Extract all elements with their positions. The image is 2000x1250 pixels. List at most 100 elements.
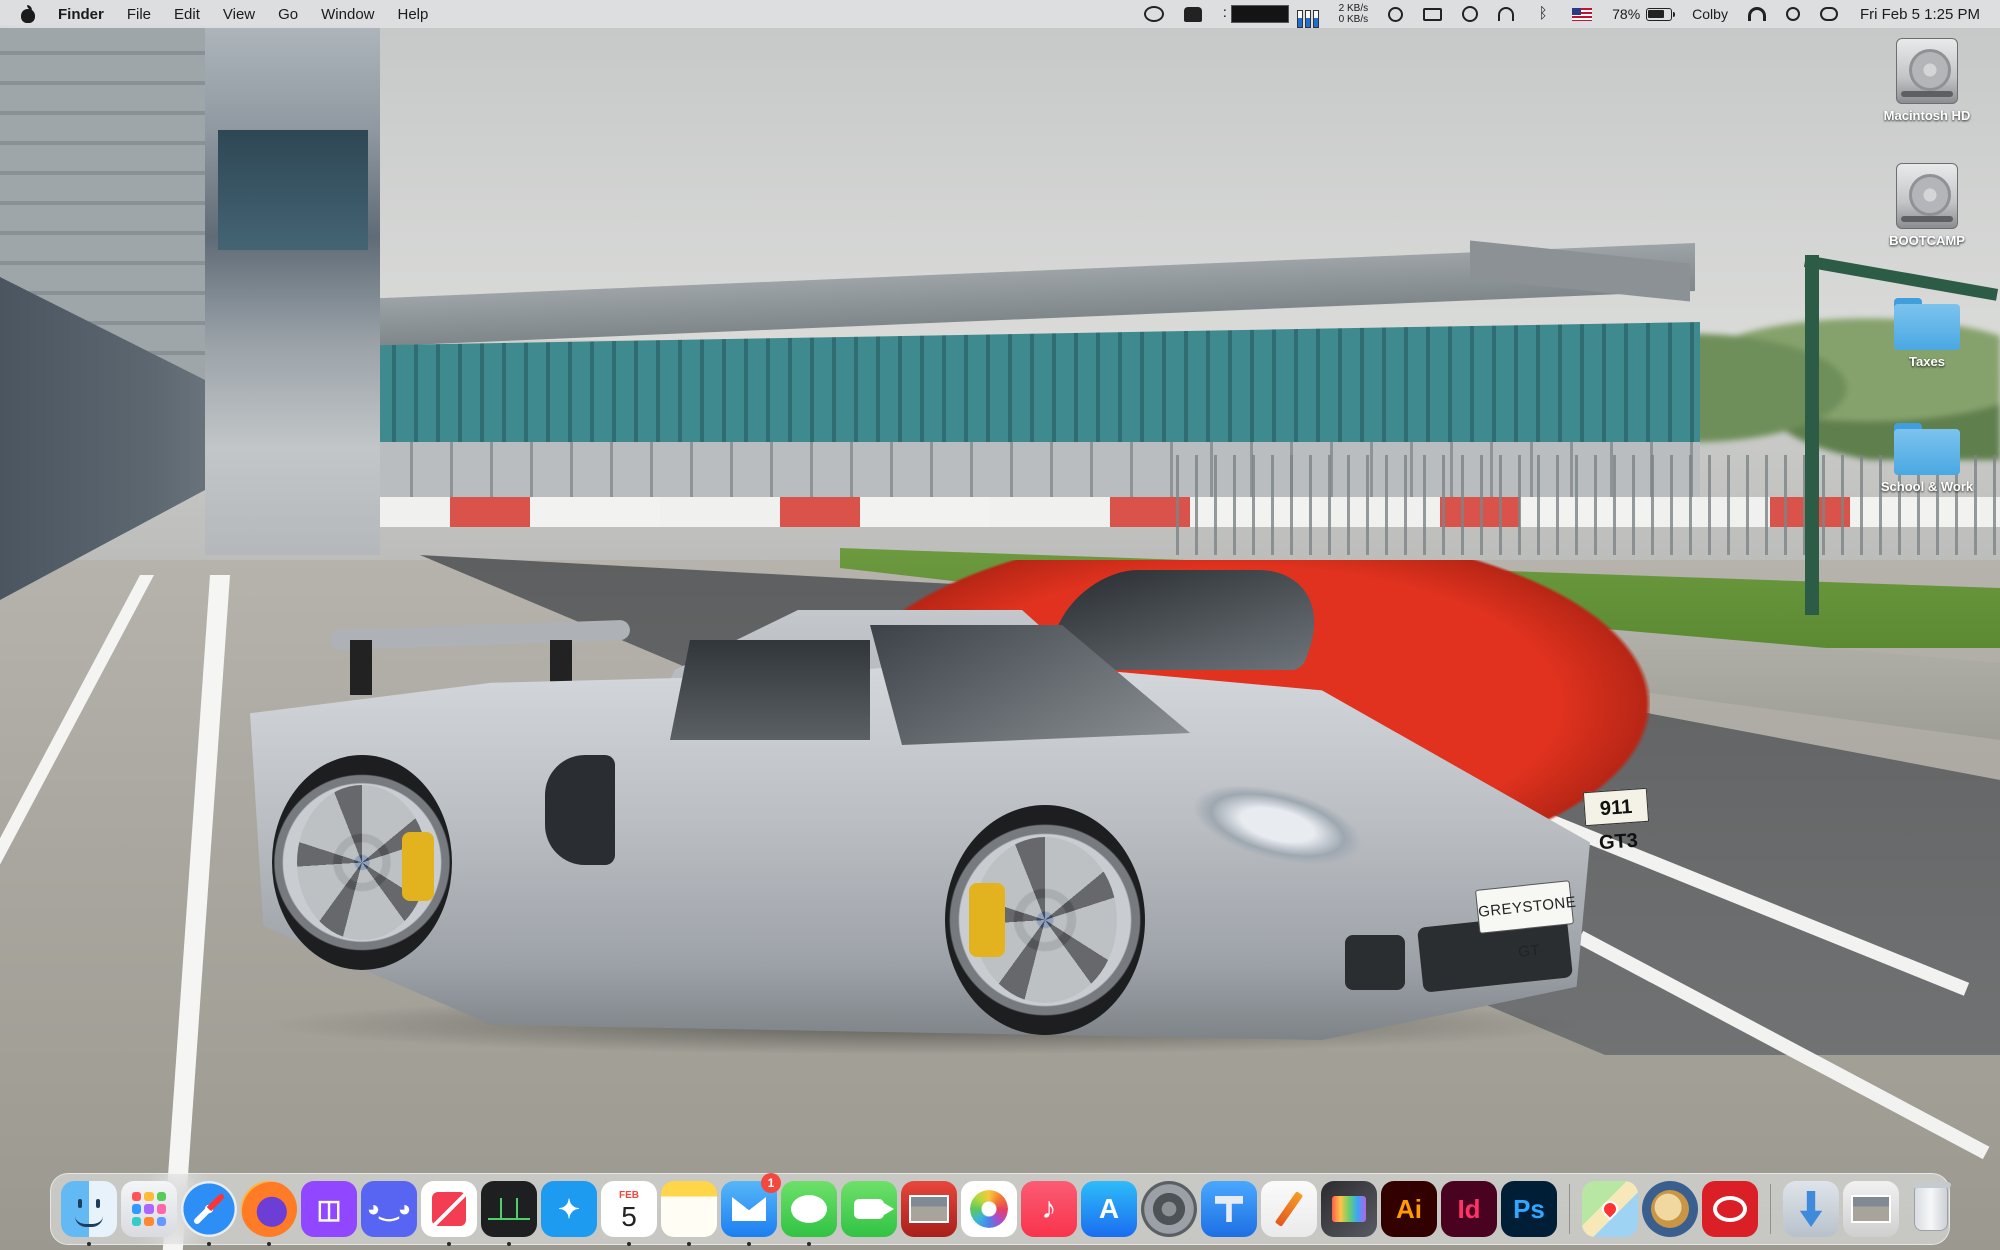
us-flag-icon	[1572, 7, 1593, 21]
dock-item-final-cut-pro[interactable]	[1319, 1181, 1379, 1237]
dock-item-photoshop[interactable]: Ps	[1499, 1181, 1559, 1237]
user-name: Colby	[1692, 6, 1728, 22]
spotlight-tray[interactable]	[1785, 0, 1800, 28]
dock-item-finder[interactable]	[59, 1181, 119, 1246]
creative-cloud-icon	[1143, 6, 1164, 22]
apple-menu-icon[interactable]	[20, 5, 36, 23]
dock-item-app-store[interactable]: A	[1079, 1181, 1139, 1237]
screenshots-stack-icon	[1843, 1181, 1899, 1237]
menu-go[interactable]: Go	[278, 6, 298, 23]
dock-item-maps[interactable]	[1580, 1181, 1640, 1237]
memory-bar	[1312, 10, 1319, 28]
dock-item-firefox[interactable]	[239, 1181, 299, 1246]
network-down-rate: 0 KB/s	[1338, 14, 1369, 25]
menu-edit[interactable]: Edit	[174, 6, 200, 23]
silver-car-plate: GREYSTONE GT	[1474, 880, 1577, 961]
dock-item-trash[interactable]	[1901, 1181, 1961, 1237]
menu-window[interactable]: Window	[321, 6, 374, 23]
menu-file[interactable]: File	[127, 6, 151, 23]
news-icon	[421, 1181, 477, 1237]
dock-item-activity-monitor[interactable]	[479, 1181, 539, 1246]
battery-tray[interactable]: 78%	[1612, 0, 1676, 28]
input-source-tray[interactable]	[1572, 0, 1593, 28]
display-tray[interactable]	[1423, 0, 1443, 28]
desktop-icon-label: Taxes	[1909, 354, 1945, 369]
twitch-icon: ◫	[301, 1181, 357, 1237]
dock-item-mail[interactable]: 1	[719, 1173, 781, 1246]
dock-item-keynote[interactable]	[1199, 1181, 1259, 1237]
dock-item-illustrator[interactable]: Ai	[1379, 1181, 1439, 1237]
trash-icon	[1903, 1181, 1959, 1237]
menu-app-name[interactable]: Finder	[58, 6, 104, 23]
dock-item-safari[interactable]	[179, 1181, 239, 1246]
play-tray[interactable]	[1388, 0, 1404, 28]
silver-car-side-window	[670, 640, 870, 740]
dock-item-downloads[interactable]	[1781, 1181, 1841, 1237]
desktop-icon-taxes[interactable]: Taxes	[1872, 298, 1982, 369]
notification-tray[interactable]	[1183, 0, 1202, 28]
dock-item-twitter[interactable]: ✦	[539, 1181, 599, 1237]
dock-item-launchpad[interactable]	[119, 1181, 179, 1237]
cpu-graph	[1230, 5, 1289, 23]
memory-monitor[interactable]	[1296, 0, 1319, 28]
hard-drive-icon	[1896, 163, 1958, 229]
control-center-tray[interactable]	[1819, 0, 1838, 28]
dock-item-messages[interactable]	[779, 1181, 839, 1246]
wifi-icon	[1747, 7, 1766, 21]
desktop-icon-label: School & Work	[1880, 479, 1974, 494]
dock-item-indesign[interactable]: Id	[1439, 1181, 1499, 1237]
network-rate-icon[interactable]: 2 KB/s 0 KB/s	[1339, 0, 1368, 28]
dock-item-pages[interactable]	[1259, 1181, 1319, 1237]
photos-icon	[961, 1181, 1017, 1237]
dock-item-discord[interactable]: ◕‿◕	[359, 1181, 419, 1237]
desktop-icon-label: BOOTCAMP	[1889, 233, 1965, 248]
wifi-tray[interactable]	[1747, 0, 1766, 28]
user-menu[interactable]: Colby	[1692, 0, 1728, 28]
desktop-icon-macintosh-hd[interactable]: Macintosh HD	[1872, 38, 1982, 123]
maps-icon	[1582, 1181, 1638, 1237]
dock-item-calendar[interactable]: FEB 5	[599, 1181, 659, 1246]
pages-icon	[1261, 1181, 1317, 1237]
play-icon	[1388, 6, 1404, 22]
control-center-icon	[1819, 7, 1838, 21]
desktop-icon-bootcamp[interactable]: BOOTCAMP	[1872, 163, 1982, 248]
bluetooth-tray[interactable]: ᛒ	[1534, 0, 1552, 28]
creative-cloud-tray[interactable]	[1143, 0, 1164, 28]
dock-item-music[interactable]: ♪	[1019, 1181, 1079, 1237]
running-indicator	[87, 1242, 91, 1246]
desktop-icon-school-work[interactable]: School & Work	[1872, 423, 1982, 494]
photo-booth-icon	[901, 1181, 957, 1237]
dock-item-system-preferences[interactable]	[1139, 1181, 1199, 1237]
calendar-day: 5	[621, 1201, 637, 1232]
wing-post	[550, 640, 572, 685]
dock-item-photos[interactable]	[959, 1181, 1019, 1237]
gantry-pole	[1805, 255, 1819, 615]
menu-view[interactable]: View	[223, 6, 255, 23]
notification-icon	[1183, 6, 1202, 22]
headphones-tray[interactable]	[1498, 0, 1515, 28]
finder-icon	[61, 1181, 117, 1237]
facetime-icon	[841, 1181, 897, 1237]
dock-item-notes[interactable]	[659, 1181, 719, 1246]
menu-clock[interactable]: Fri Feb 5 1:25 PM	[1860, 6, 1980, 23]
time-machine-tray[interactable]	[1462, 0, 1479, 28]
menu-help[interactable]: Help	[398, 6, 429, 23]
dock-item-doge[interactable]	[1640, 1181, 1700, 1237]
running-indicator	[747, 1242, 751, 1246]
memory-monitor-icon	[1296, 10, 1303, 28]
dock-item-news[interactable]	[419, 1181, 479, 1246]
safari-icon	[181, 1181, 237, 1237]
running-indicator	[807, 1242, 811, 1246]
running-indicator	[627, 1242, 631, 1246]
creative-cloud-app-icon	[1702, 1181, 1758, 1237]
dock-item-photo-booth[interactable]	[899, 1181, 959, 1237]
cpu-monitor-icon: ▪ ▪	[1223, 8, 1226, 20]
dock-item-creative-cloud[interactable]	[1700, 1181, 1760, 1237]
dock-item-facetime[interactable]	[839, 1181, 899, 1237]
control-tower	[205, 25, 380, 555]
cpu-monitor[interactable]: ▪ ▪	[1222, 0, 1289, 28]
indesign-icon: Id	[1441, 1181, 1497, 1237]
dock-item-screenshots[interactable]	[1841, 1181, 1901, 1237]
app-store-icon: A	[1081, 1181, 1137, 1237]
dock-item-twitch[interactable]: ◫	[299, 1181, 359, 1237]
